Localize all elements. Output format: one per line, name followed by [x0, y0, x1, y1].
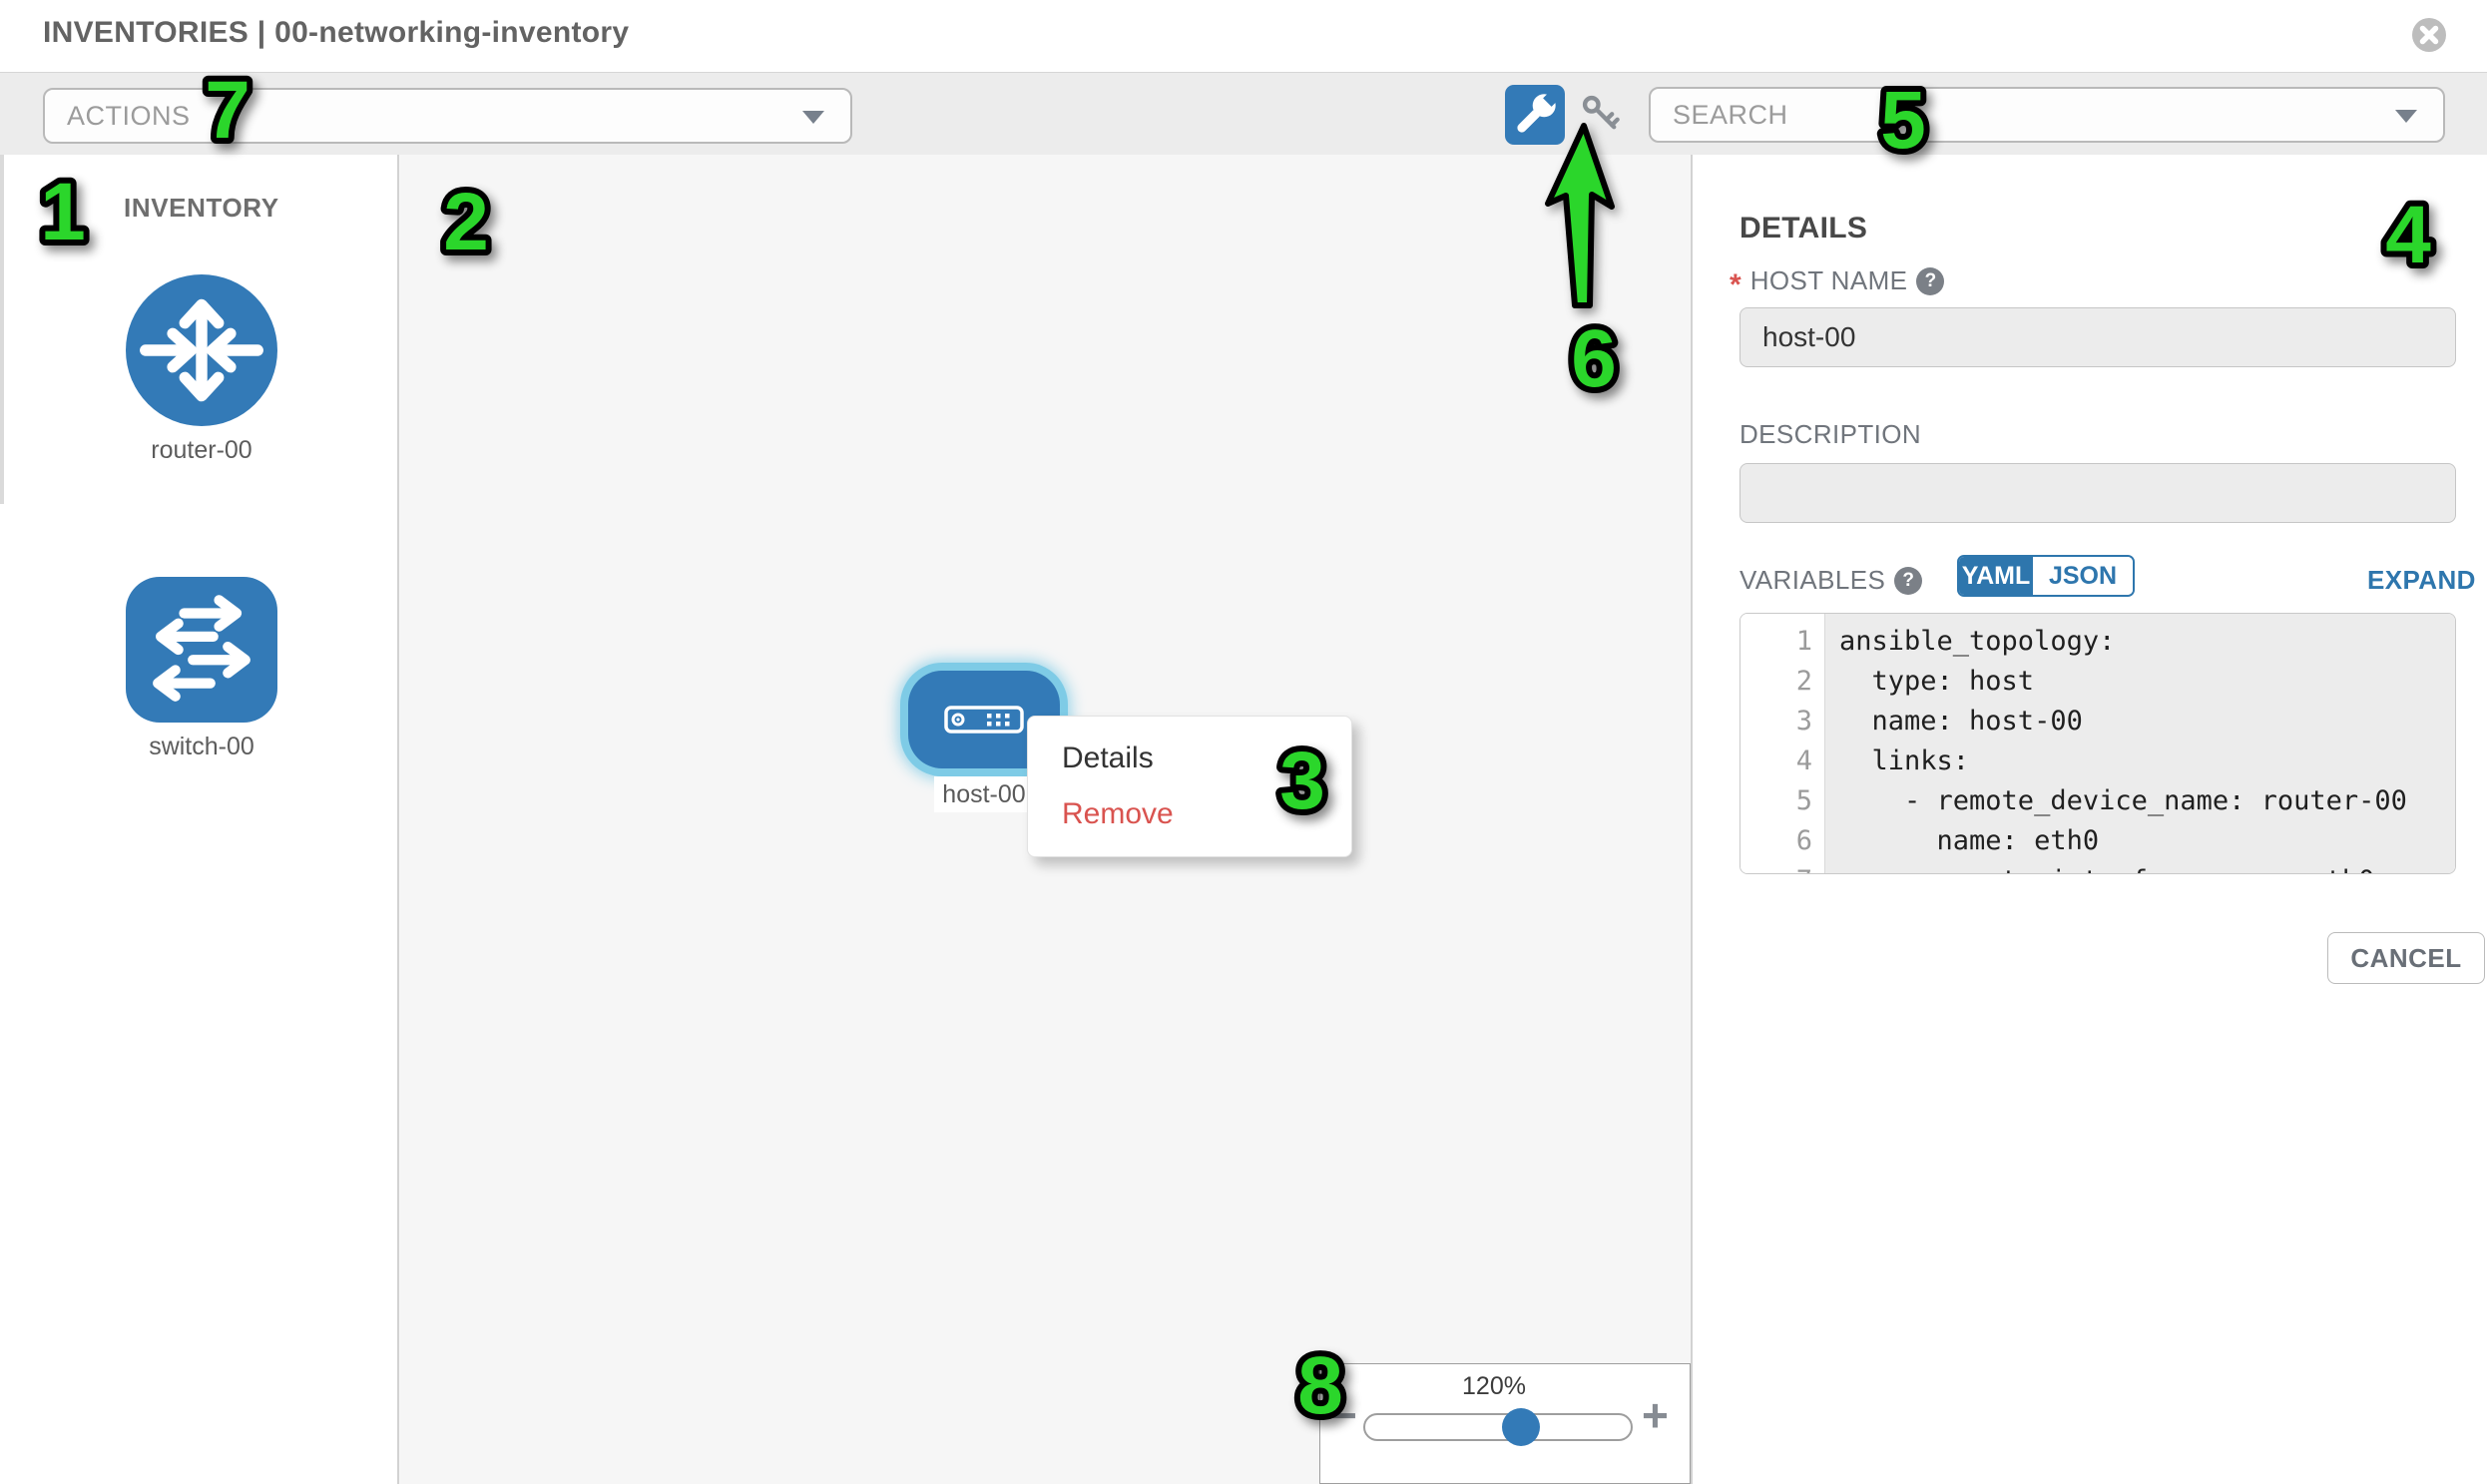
variables-code-editor[interactable]: 1 2 3 4 5 6 7 ansible_topology: type: ho… — [1740, 613, 2456, 874]
code-content: ansible_topology: type: host name: host-… — [1825, 614, 2455, 873]
line-number: 4 — [1741, 742, 1824, 781]
sidebar-item-switch[interactable]: switch-00 — [126, 577, 277, 761]
scrollbar[interactable] — [0, 155, 4, 504]
actions-dropdown-label: ACTIONS — [67, 101, 191, 132]
code-line: links: — [1839, 742, 2455, 781]
toggle-toolbox-button[interactable] — [1505, 85, 1565, 145]
code-line: name: host-00 — [1839, 702, 2455, 742]
description-label: DESCRIPTION — [1740, 419, 1921, 450]
code-line: name: eth0 — [1839, 821, 2455, 861]
zoom-in-button[interactable]: + — [1642, 1392, 1669, 1438]
zoom-level-label: 120% — [1394, 1372, 1594, 1401]
title-bar: INVENTORIES | 00-networking-inventory — [0, 0, 2487, 73]
search-dropdown-label: SEARCH — [1673, 100, 1788, 131]
variables-format-toggle: YAML JSON — [1957, 555, 2135, 597]
help-icon[interactable]: ? — [1894, 567, 1922, 595]
sidebar-item-router[interactable]: router-00 — [126, 274, 277, 465]
code-line: remote_interface_name: eth0 — [1839, 861, 2455, 874]
chevron-down-icon — [802, 111, 824, 124]
cancel-button[interactable]: CANCEL — [2327, 932, 2485, 984]
context-menu: Details Remove — [1027, 716, 1352, 857]
breadcrumb: INVENTORIES | 00-networking-inventory — [43, 16, 629, 50]
host-name-label-row: * HOST NAME ? — [1730, 265, 1944, 296]
line-number: 3 — [1741, 702, 1824, 742]
zoom-out-button[interactable]: − — [1330, 1392, 1357, 1438]
host-node-label: host-00 — [934, 776, 1034, 812]
line-number: 6 — [1741, 821, 1824, 861]
router-icon — [126, 274, 277, 426]
help-icon[interactable]: ? — [1916, 267, 1944, 295]
context-menu-item-remove[interactable]: Remove — [1028, 786, 1351, 842]
tab-json[interactable]: JSON — [2033, 557, 2133, 595]
actions-dropdown[interactable]: ACTIONS — [43, 88, 852, 144]
code-line: - remote_device_name: router-00 — [1839, 781, 2455, 821]
sidebar-title: INVENTORY — [124, 193, 279, 224]
line-number: 1 — [1741, 622, 1824, 662]
host-name-label: HOST NAME — [1750, 265, 1908, 296]
close-button[interactable] — [2411, 17, 2447, 53]
switch-icon — [126, 577, 277, 723]
key-icon — [1575, 90, 1629, 140]
chevron-down-icon — [2395, 110, 2417, 123]
zoom-slider-track[interactable] — [1363, 1413, 1633, 1441]
line-number: 2 — [1741, 662, 1824, 702]
variables-label-row: VARIABLES ? — [1740, 565, 1922, 596]
context-menu-item-details[interactable]: Details — [1028, 731, 1351, 786]
wrench-icon — [1505, 85, 1565, 145]
sidebar-item-label: switch-00 — [126, 733, 277, 761]
zoom-control-panel: 120% − + — [1319, 1363, 1691, 1484]
key-button[interactable] — [1575, 90, 1629, 140]
details-panel: DETAILS * HOST NAME ? DESCRIPTION VARIAB… — [1693, 155, 2487, 1484]
variables-label: VARIABLES — [1740, 565, 1885, 596]
server-icon — [944, 706, 1024, 734]
description-input[interactable] — [1740, 463, 2456, 523]
line-number: 5 — [1741, 781, 1824, 821]
code-line: type: host — [1839, 662, 2455, 702]
expand-link[interactable]: EXPAND — [2367, 565, 2476, 596]
sidebar-item-label: router-00 — [126, 436, 277, 465]
search-dropdown[interactable]: SEARCH — [1649, 87, 2445, 143]
required-marker: * — [1730, 275, 1741, 295]
code-line: ansible_topology: — [1839, 622, 2455, 662]
zoom-slider-thumb[interactable] — [1502, 1408, 1540, 1446]
details-title: DETAILS — [1740, 212, 1867, 246]
line-number: 7 — [1741, 861, 1824, 874]
host-name-input[interactable] — [1740, 307, 2456, 367]
close-icon — [2411, 17, 2447, 53]
tab-yaml[interactable]: YAML — [1959, 557, 2033, 595]
inventory-sidebar: INVENTORY router-00 switch-00 — [0, 155, 399, 1484]
description-label-row: DESCRIPTION — [1740, 419, 1921, 450]
code-line-numbers: 1 2 3 4 5 6 7 — [1741, 614, 1825, 873]
